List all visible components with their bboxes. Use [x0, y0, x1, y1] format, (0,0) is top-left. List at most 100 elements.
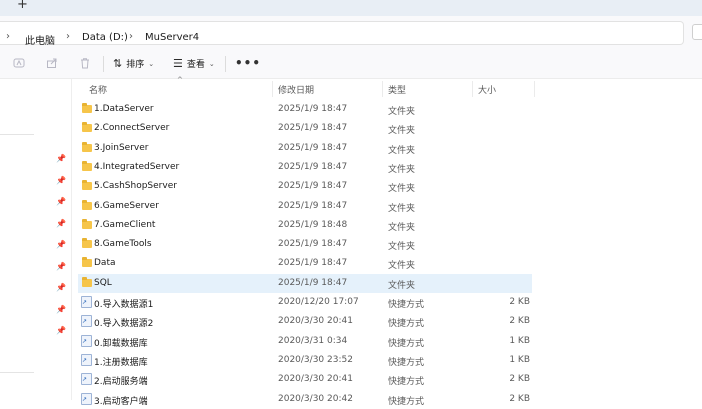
file-size: 1 KB: [509, 335, 530, 346]
breadcrumb-folder[interactable]: MuServer4: [145, 32, 199, 43]
file-type: 快捷方式: [388, 300, 425, 310]
table-row[interactable]: 0.导入数据源2 2020/3/30 20:41 快捷方式 2 KB: [78, 312, 532, 331]
file-name: 2.ConnectServer: [94, 123, 170, 134]
address-bar: › 此电脑 › Data (D:) › MuServer4: [0, 16, 702, 49]
file-type: 快捷方式: [388, 338, 425, 349]
file-name: 5.CashShopServer: [94, 181, 177, 192]
table-row[interactable]: 7.GameClient 2025/1/9 18:48 文件夹: [78, 216, 532, 235]
pin-icon[interactable]: 📌: [56, 154, 66, 163]
column-header-size[interactable]: 大小: [478, 83, 496, 96]
file-name: Data: [94, 258, 116, 269]
file-date: 2025/1/9 18:47: [278, 104, 348, 114]
command-bar: ⇅ 排序 ⌄ ☰ 查看 ⌄ •••: [0, 49, 702, 79]
toolbar-divider: [103, 56, 104, 72]
file-date: 2025/1/9 18:47: [278, 161, 348, 172]
pin-icon[interactable]: 📌: [56, 176, 66, 185]
pin-icon[interactable]: 📌: [56, 305, 66, 314]
column-separator[interactable]: [472, 81, 473, 97]
view-icon: ☰: [173, 57, 183, 70]
file-type: 文件夹: [388, 203, 416, 214]
pin-icon[interactable]: 📌: [56, 262, 66, 271]
breadcrumb-this-pc[interactable]: 此电脑: [25, 32, 55, 47]
file-date: 2025/1/9 18:47: [278, 258, 348, 269]
file-type: 文件夹: [388, 222, 416, 233]
file-list: ^ 名称 修改日期 类型 大小 1.DataServer 2025/1/9 18:…: [72, 76, 702, 407]
nav-divider: [0, 134, 34, 135]
table-row[interactable]: 3.JoinServer 2025/1/9 18:47 文件夹: [78, 139, 532, 158]
file-type: 快捷方式: [388, 377, 425, 388]
file-name: 8.GameTools: [94, 239, 152, 250]
chevron-right-icon[interactable]: ›: [6, 31, 10, 42]
rename-icon[interactable]: [12, 57, 26, 71]
table-row[interactable]: 1.DataServer 2025/1/9 18:47 文件夹: [78, 100, 532, 119]
file-name: 2.启动服务端: [94, 377, 148, 388]
file-size: 2 KB: [509, 374, 530, 385]
table-row[interactable]: 2.启动服务端 2020/3/30 20:41 快捷方式 2 KB: [78, 370, 532, 389]
nav-divider: [0, 372, 34, 373]
table-row[interactable]: 5.CashShopServer 2025/1/9 18:47 文件夹: [78, 177, 532, 196]
folder-icon: [82, 199, 92, 210]
chevron-right-icon[interactable]: ›: [66, 31, 70, 42]
column-separator[interactable]: [382, 81, 383, 97]
new-tab-button[interactable]: +: [17, 0, 28, 12]
column-header-type[interactable]: 类型: [388, 83, 406, 96]
table-row[interactable]: 1.注册数据库 2020/3/30 23:52 快捷方式 1 KB: [78, 351, 532, 370]
view-button[interactable]: ☰ 查看 ⌄: [173, 57, 215, 70]
pin-icon[interactable]: 📌: [56, 283, 66, 292]
file-name: 1.DataServer: [94, 104, 154, 114]
file-size: 1 KB: [509, 354, 530, 365]
table-row[interactable]: 0.导入数据源1 2020/12/20 17:07 快捷方式 2 KB: [78, 293, 532, 312]
table-row[interactable]: 3.启动客户端 2020/3/30 20:42 快捷方式 2 KB: [78, 390, 532, 409]
address-box[interactable]: › 此电脑 › Data (D:) › MuServer4: [0, 21, 684, 47]
table-row[interactable]: SQL 2025/1/9 18:47 文件夹: [78, 273, 532, 293]
file-type: 文件夹: [388, 126, 416, 137]
table-row[interactable]: 6.GameServer 2025/1/9 18:47 文件夹: [78, 197, 532, 216]
file-size: 2 KB: [509, 316, 530, 327]
breadcrumb-drive[interactable]: Data (D:): [82, 32, 128, 43]
table-row[interactable]: 8.GameTools 2025/1/9 18:47 文件夹: [78, 235, 532, 254]
pin-icon[interactable]: 📌: [56, 219, 66, 228]
column-header-date[interactable]: 修改日期: [278, 83, 314, 96]
chevron-down-icon: ⌄: [208, 59, 215, 68]
folder-icon: [82, 160, 92, 171]
file-size: 2 KB: [509, 297, 530, 307]
table-row[interactable]: 0.卸载数据库 2020/3/31 0:34 快捷方式 1 KB: [78, 332, 532, 351]
file-type: 文件夹: [388, 107, 416, 117]
file-name: 0.导入数据源2: [94, 319, 154, 330]
folder-icon: [82, 218, 92, 229]
file-size: 2 KB: [509, 393, 530, 404]
file-type: 文件夹: [388, 164, 416, 175]
file-type: 文件夹: [388, 184, 416, 195]
tab-strip: +: [0, 0, 702, 16]
file-type: 文件夹: [388, 280, 416, 291]
file-name: 3.JoinServer: [94, 142, 149, 153]
chevron-right-icon[interactable]: ›: [129, 31, 133, 42]
folder-icon: [82, 238, 92, 249]
column-separator[interactable]: [272, 81, 273, 97]
pin-icon[interactable]: 📌: [56, 197, 66, 206]
view-label: 查看: [186, 60, 205, 70]
shortcut-icon: [81, 353, 92, 366]
file-type: 文件夹: [388, 145, 416, 156]
file-type: 快捷方式: [388, 357, 425, 368]
shortcut-icon: [81, 392, 92, 405]
table-row[interactable]: 4.IntegratedServer 2025/1/9 18:47 文件夹: [78, 158, 532, 177]
file-date: 2020/3/30 20:42: [278, 393, 353, 404]
table-row[interactable]: 2.ConnectServer 2025/1/9 18:47 文件夹: [78, 119, 532, 138]
navigation-pane: 📌 📌 📌 📌 📌 📌 📌 📌 📌: [0, 79, 72, 400]
shortcut-icon: [81, 296, 92, 308]
search-box[interactable]: [692, 24, 702, 40]
more-options-button[interactable]: •••: [235, 56, 261, 70]
file-name: 3.启动客户端: [94, 396, 148, 407]
pin-icon[interactable]: 📌: [56, 326, 66, 335]
file-type: 文件夹: [388, 242, 416, 253]
folder-icon: [82, 122, 92, 133]
table-row[interactable]: Data 2025/1/9 18:47 文件夹: [78, 254, 532, 273]
delete-icon[interactable]: [78, 57, 92, 71]
file-date: 2025/1/9 18:47: [278, 181, 348, 192]
pin-icon[interactable]: 📌: [56, 240, 66, 249]
column-header-name[interactable]: 名称: [89, 83, 107, 96]
column-separator[interactable]: [534, 81, 535, 97]
sort-button[interactable]: ⇅ 排序 ⌄: [113, 57, 154, 70]
share-icon[interactable]: [45, 57, 59, 71]
